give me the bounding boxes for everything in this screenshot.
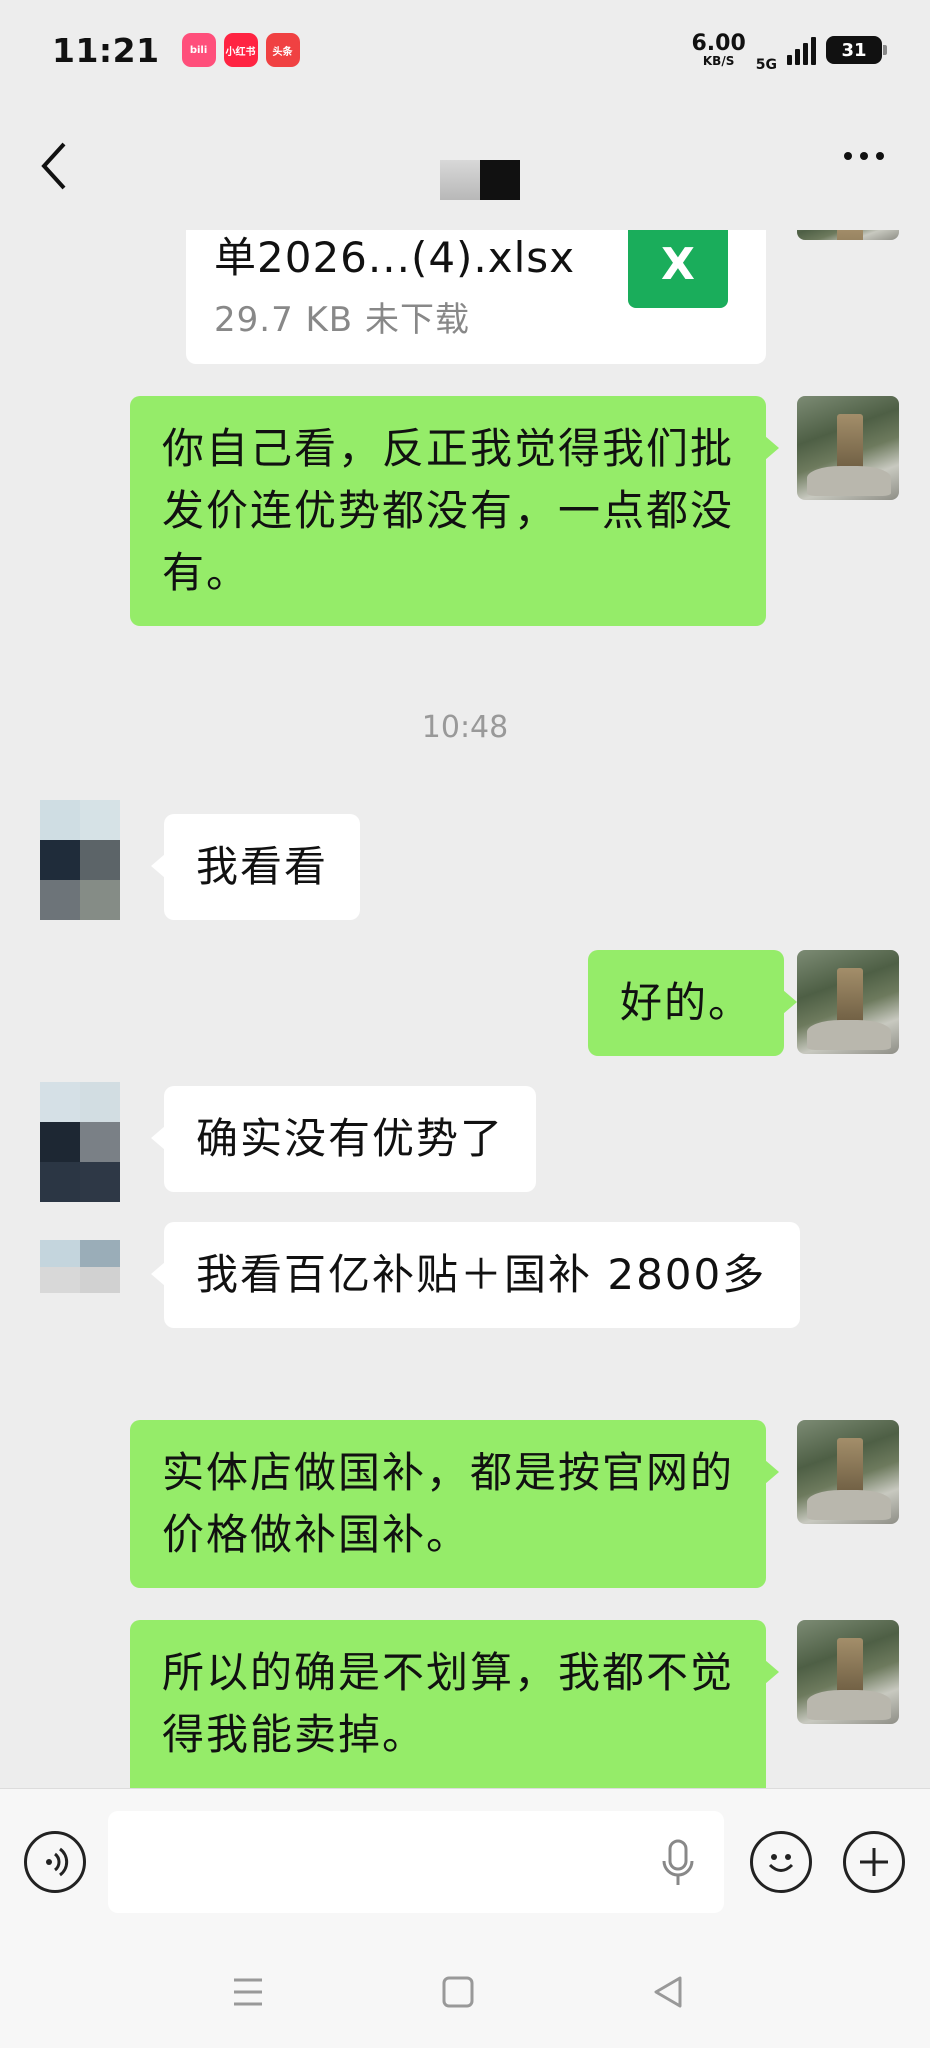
message-text: 所以的确是不划算，我都不觉得我能卖掉。: [162, 1648, 735, 1759]
message-text: 你自己看，反正我觉得我们批发价连优势都没有，一点都没有。: [162, 424, 735, 597]
back-button[interactable]: [36, 136, 76, 196]
more-options-button[interactable]: [844, 152, 884, 160]
message-timestamp: 10:48: [421, 710, 509, 745]
xiaohongshu-app-icon: 小红书: [223, 33, 258, 67]
bilibili-app-icon: bili: [181, 33, 216, 67]
status-bar: 11:21 bili 小红书 头条 6.00 KB/S 5G 31: [0, 0, 930, 100]
chat-header: [0, 100, 930, 230]
network-speed-value: 6.00: [691, 31, 746, 56]
battery-icon: 31: [826, 36, 887, 64]
message-text: 确实没有优势了: [196, 1114, 505, 1163]
contact-avatar[interactable]: [40, 1240, 120, 1320]
contact-message-bubble[interactable]: 我看看: [150, 814, 361, 920]
more-dot-icon: [876, 152, 884, 160]
file-size: 29.7 KB 未下载: [214, 300, 470, 340]
message-list[interactable]: 单2026...(4).xlsx 29.7 KB 未下载 X 你自己看，反正我觉…: [0, 230, 930, 1788]
my-avatar[interactable]: [797, 1420, 899, 1524]
contact-avatar[interactable]: [40, 1082, 120, 1202]
message-text: 我看百亿补贴＋国补 2800多: [196, 1250, 767, 1299]
my-avatar[interactable]: [797, 950, 899, 1054]
emoji-button[interactable]: [750, 1831, 812, 1893]
my-message-bubble[interactable]: 所以的确是不划算，我都不觉得我能卖掉。: [130, 1620, 779, 1788]
status-time: 11:21: [52, 30, 160, 70]
excel-file-icon: X: [628, 230, 728, 308]
contact-message-bubble[interactable]: 我看百亿补贴＋国补 2800多: [151, 1222, 800, 1328]
my-message-bubble[interactable]: 实体店做国补，都是按官网的价格做补国补。: [130, 1420, 779, 1588]
my-avatar[interactable]: [797, 230, 899, 240]
my-avatar[interactable]: [797, 1620, 899, 1724]
chevron-left-icon: [41, 142, 66, 190]
contact-avatar[interactable]: [40, 800, 120, 920]
my-message-bubble[interactable]: 好的。: [588, 950, 798, 1056]
message-text: 好的。: [620, 978, 753, 1027]
back-triangle-icon[interactable]: [648, 1972, 688, 2012]
message-text: 实体店做国补，都是按官网的价格做补国补。: [162, 1448, 735, 1559]
network-speed: 6.00 KB/S: [691, 31, 746, 68]
smiley-face-icon: [768, 1854, 794, 1872]
more-actions-button[interactable]: [843, 1831, 905, 1893]
menu-icon[interactable]: [228, 1972, 268, 2012]
my-message-bubble[interactable]: 你自己看，反正我觉得我们批发价连优势都没有，一点都没有。: [130, 396, 779, 626]
more-dot-icon: [860, 152, 868, 160]
home-icon[interactable]: [438, 1972, 478, 2012]
file-name: 单2026...(4).xlsx: [214, 233, 576, 282]
contact-message-bubble[interactable]: 确实没有优势了: [150, 1086, 537, 1192]
microphone-icon[interactable]: [660, 1839, 696, 1889]
signal-icon: [787, 35, 816, 65]
voice-mode-button[interactable]: [24, 1831, 86, 1893]
message-input[interactable]: [108, 1811, 724, 1913]
voice-wave-icon: [46, 1847, 69, 1877]
network-speed-unit: KB/S: [702, 54, 735, 68]
my-avatar[interactable]: [797, 396, 899, 500]
toutiao-app-icon: 头条: [265, 33, 300, 67]
message-text: 我看看: [196, 842, 329, 891]
network-type: 5G: [755, 57, 777, 73]
system-navigation-bar: [0, 1934, 930, 2048]
notification-app-icons: bili 小红书 头条: [181, 33, 300, 67]
chat-title-redacted: [440, 160, 520, 200]
input-bar: [0, 1788, 930, 1934]
status-indicators: 6.00 KB/S 5G 31: [691, 27, 887, 73]
file-message[interactable]: 单2026...(4).xlsx 29.7 KB 未下载 X: [186, 230, 766, 364]
plus-icon: [860, 1848, 888, 1876]
more-dot-icon: [844, 152, 852, 160]
